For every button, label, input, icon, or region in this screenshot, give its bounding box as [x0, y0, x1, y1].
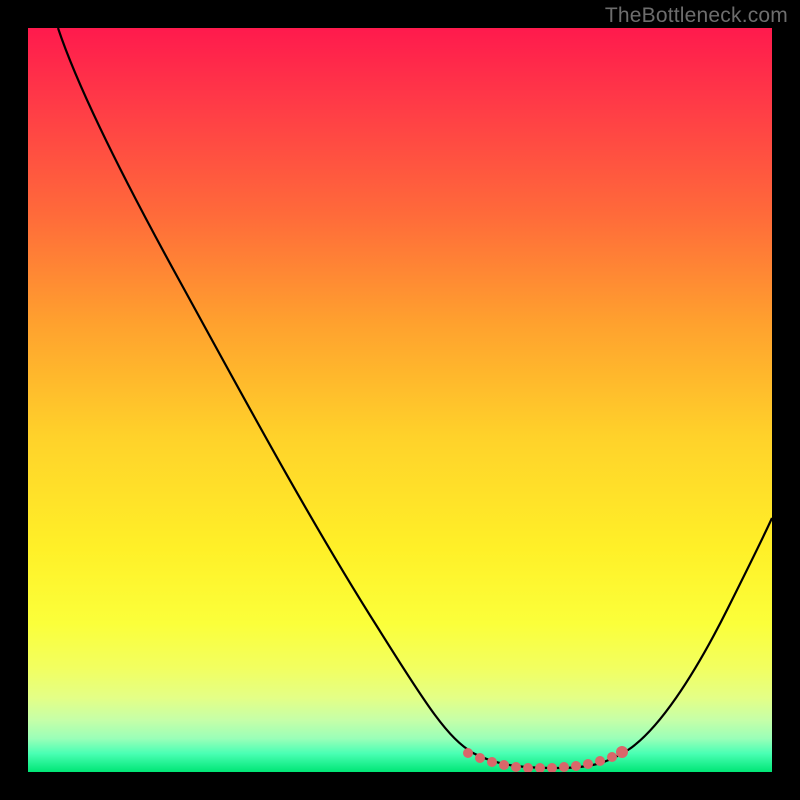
plot-area [28, 28, 772, 772]
bottleneck-curve [58, 28, 772, 768]
chart-canvas: TheBottleneck.com [0, 0, 800, 800]
watermark-text: TheBottleneck.com [605, 4, 788, 28]
chart-svg [28, 28, 772, 772]
